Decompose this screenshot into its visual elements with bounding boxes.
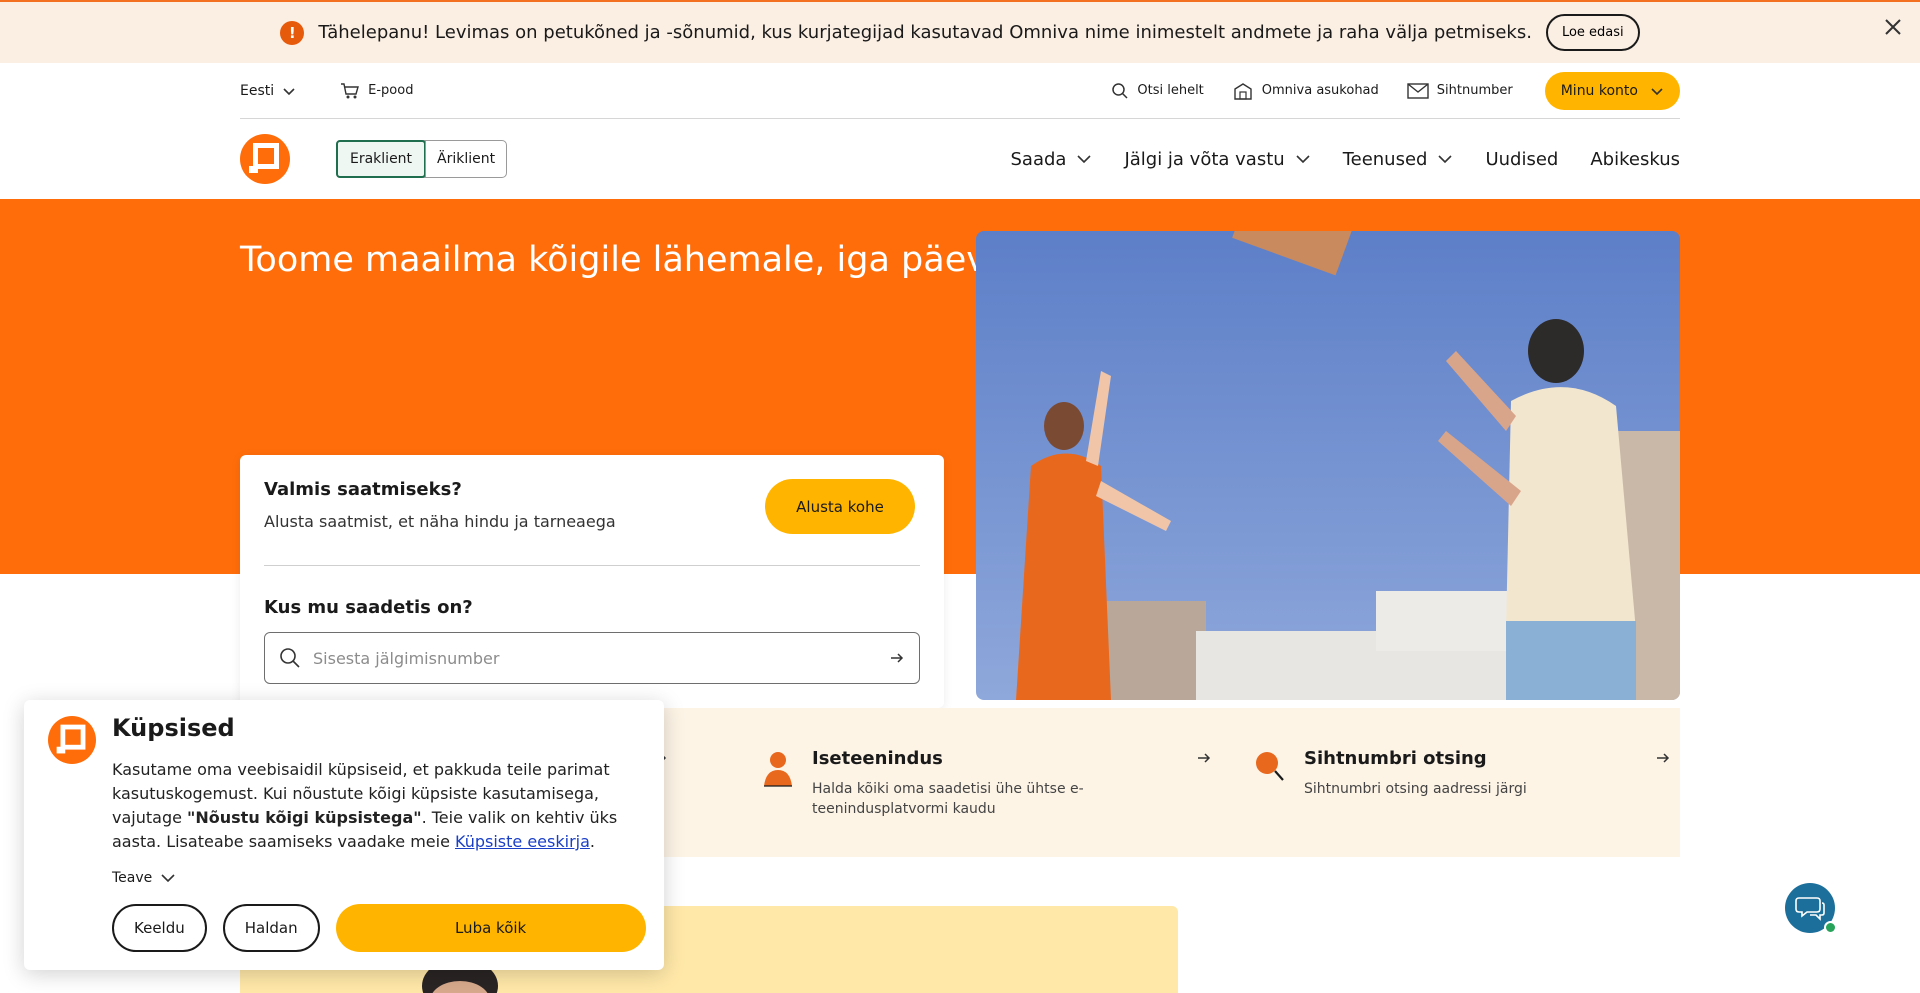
omniva-logo: [48, 716, 96, 764]
customer-type-toggle: Eraklient Äriklient: [336, 140, 508, 178]
site-search-link[interactable]: Otsi lehelt: [1111, 82, 1204, 100]
hero-photo-illustration: [976, 231, 1680, 700]
eshop-link[interactable]: E-pood: [340, 82, 413, 100]
eshop-label: E-pood: [368, 83, 414, 98]
nav-track-receive-label: Jälgi ja võta vastu: [1124, 148, 1285, 170]
language-label: Eesti: [240, 82, 275, 99]
track-title: Kus mu saadetis on?: [264, 597, 473, 618]
nav-services[interactable]: Teenused: [1343, 149, 1454, 170]
alert-text: Tähelepanu! Levimas on petukõned ja -sõn…: [318, 22, 1532, 43]
parcel-locker-icon: [1234, 82, 1252, 100]
card-divider: [264, 565, 920, 566]
omniva-logo[interactable]: [240, 134, 290, 184]
arrow-right-icon[interactable]: [889, 650, 905, 666]
my-account-button[interactable]: Minu konto: [1544, 71, 1680, 110]
close-icon[interactable]: [1882, 16, 1904, 38]
start-now-button[interactable]: Alusta kohe: [765, 479, 915, 534]
segment-business-customer[interactable]: Äriklient: [425, 141, 506, 177]
alert-banner: ! Tähelepanu! Levimas on petukõned ja -s…: [0, 0, 1920, 63]
locations-link[interactable]: Omniva asukohad: [1232, 81, 1379, 101]
cookie-info-toggle[interactable]: Teave: [112, 870, 176, 886]
nav-news[interactable]: Uudised: [1485, 149, 1558, 170]
cookie-dialog: Küpsised Kasutame oma veebisaidil küpsis…: [24, 700, 664, 970]
cookie-policy-link[interactable]: Küpsiste eeskirja: [455, 832, 590, 851]
cookie-info-label: Teave: [112, 870, 153, 886]
nav-services-label: Teenused: [1342, 148, 1428, 170]
chevron-down-icon: [161, 874, 175, 883]
read-more-button[interactable]: Loe edasi: [1545, 14, 1640, 51]
service-title: Sihtnumbri otsing: [1304, 748, 1487, 769]
utility-right: Otsi lehelt Omniva asukohad Sihtnumber M…: [1111, 71, 1680, 110]
search-icon: [1112, 82, 1128, 99]
chat-bubble-icon: [1795, 897, 1825, 921]
alert-content: ! Tähelepanu! Levimas on petukõned ja -s…: [280, 14, 1640, 51]
exclamation-icon: !: [280, 20, 305, 45]
locations-label: Omniva asukohad: [1261, 83, 1379, 98]
online-status-dot: [1824, 921, 1837, 934]
nav-send-label: Saada: [1010, 148, 1067, 170]
chat-button[interactable]: [1785, 883, 1837, 934]
my-account-label: Minu konto: [1560, 82, 1638, 99]
envelope-icon: [1407, 82, 1429, 99]
nav-help-center[interactable]: Abikeskus: [1590, 149, 1680, 170]
nav-track-receive[interactable]: Jälgi ja võta vastu: [1124, 149, 1310, 170]
chevron-down-icon: [1438, 155, 1453, 164]
person-icon: [764, 752, 792, 787]
cookie-text: Kasutame oma veebisaidil küpsiseid, et p…: [112, 758, 632, 854]
tracking-number-input[interactable]: [313, 648, 889, 668]
site-search-label: Otsi lehelt: [1137, 83, 1204, 98]
manage-button[interactable]: Haldan: [222, 904, 320, 952]
decline-button[interactable]: Keeldu: [112, 904, 207, 952]
utility-left: Eesti E-pood: [240, 82, 413, 100]
service-desc: Sihtnumbri otsing aadressi järgi: [1304, 781, 1527, 797]
magnifier-icon: [1256, 752, 1284, 781]
hero-title: Toome maailma kõigile lähemale, iga päev: [240, 240, 987, 280]
main-nav: Eraklient Äriklient Saada Jälgi ja võta …: [240, 119, 1680, 199]
service-title: Iseteenindus: [812, 748, 943, 769]
cart-icon: [341, 82, 360, 98]
segment-private-customer[interactable]: Eraklient: [336, 140, 427, 178]
arrow-right-icon: [1657, 753, 1670, 763]
postcode-link[interactable]: Sihtnumber: [1407, 82, 1513, 99]
search-icon: [280, 648, 300, 668]
chevron-down-icon: [1651, 87, 1663, 95]
tracking-field: [264, 632, 920, 684]
hero-image: [976, 231, 1680, 700]
cookie-buttons: Keeldu Haldan Luba kõik: [112, 904, 646, 952]
cookie-text-part: .: [589, 832, 595, 851]
send-and-track-card: Valmis saatmiseks? Alusta saatmist, et n…: [240, 455, 944, 708]
accept-all-button[interactable]: Luba kõik: [335, 904, 646, 952]
language-selector[interactable]: Eesti: [240, 83, 296, 99]
chevron-down-icon: [1077, 155, 1092, 164]
chevron-down-icon: [1296, 155, 1310, 164]
service-desc: Halda kõiki oma saadetisi ühe ühtse e-te…: [812, 781, 1084, 817]
postcode-label: Sihtnumber: [1436, 83, 1513, 98]
nav-send[interactable]: Saada: [1010, 149, 1092, 170]
nav-links: Saada Jälgi ja võta vastu Teenused Uudis…: [1010, 149, 1680, 170]
utility-bar: Eesti E-pood Otsi lehelt Omniva asukohad…: [240, 63, 1680, 119]
chevron-down-icon: [283, 87, 295, 95]
cookie-text-bold: "Nõustu kõigi küpsistega": [187, 808, 422, 827]
cookie-title: Küpsised: [112, 714, 235, 742]
service-postcode-search[interactable]: Sihtnumbri otsing Sihtnumbri otsing aadr…: [1256, 748, 1671, 799]
service-self-service[interactable]: Iseteenindus Halda kõiki oma saadetisi ü…: [764, 748, 1212, 819]
arrow-right-icon: [1198, 753, 1211, 763]
